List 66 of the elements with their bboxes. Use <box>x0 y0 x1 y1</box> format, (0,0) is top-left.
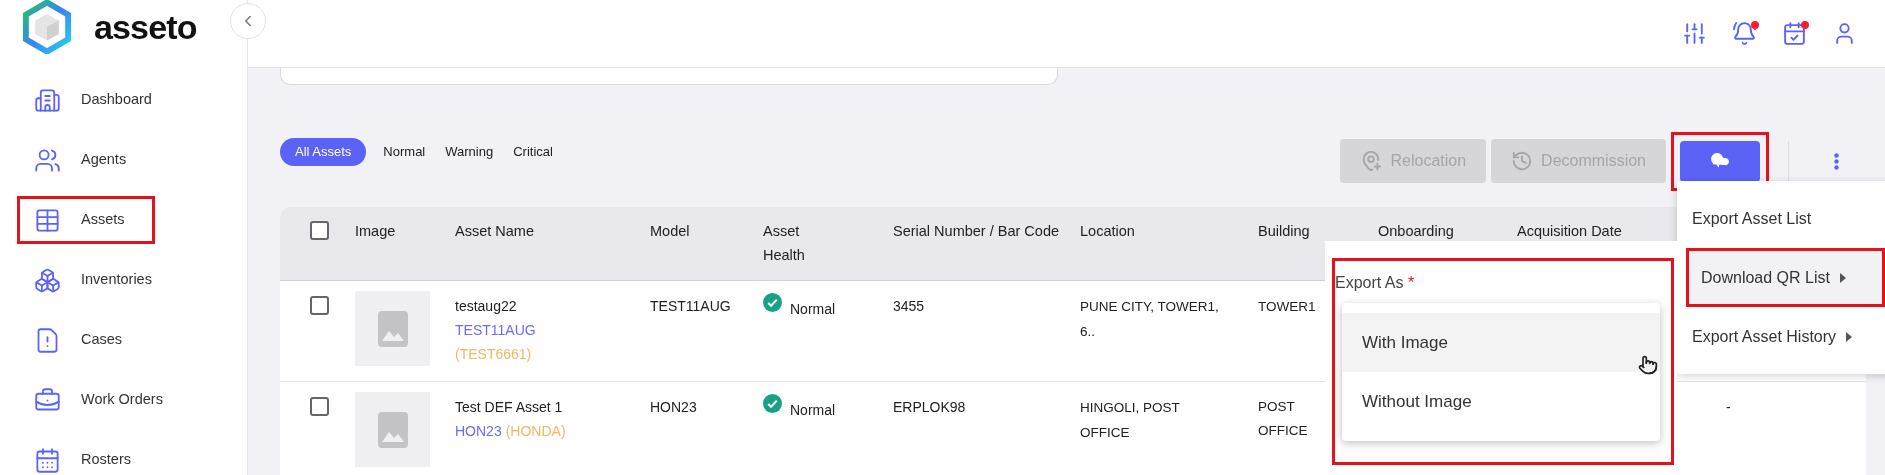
image-icon <box>377 310 408 347</box>
health-status: Normal <box>790 300 836 319</box>
table-icon <box>34 206 61 234</box>
boxes-icon <box>34 266 61 294</box>
bell-icon[interactable] <box>1731 20 1757 47</box>
caret-icon <box>1839 272 1846 283</box>
option[interactable]: With Image <box>1342 313 1660 372</box>
table-cell: TEST11AUG <box>650 298 731 314</box>
image-icon <box>377 411 408 448</box>
table-cell-text: TOWER1 <box>1258 298 1317 316</box>
sidebar-item[interactable]: Dashboard <box>17 76 172 124</box>
column-header: Serial Number / Bar Code <box>893 223 1059 239</box>
field-label: Export As <box>1335 274 1404 291</box>
column-header: Onboarding <box>1378 223 1454 239</box>
model-tag: HON23 <box>455 419 502 443</box>
menu-item[interactable]: Export Asset History <box>1677 307 1885 366</box>
table-cell: ERPLOK98 <box>893 399 966 415</box>
asset-name: Test DEF Asset 1 <box>455 398 564 417</box>
filter-tab[interactable]: Normal <box>380 138 429 166</box>
brand-tag: (TEST6661) <box>455 342 650 366</box>
table-cell: PUNE CITY, TOWER1, 6.. <box>1080 299 1219 339</box>
table-cell: - <box>1726 399 1731 415</box>
calendar-check-icon[interactable] <box>1781 20 1807 47</box>
menu-item[interactable]: Download QR List <box>1686 248 1885 307</box>
brand-tag: (HONDA) <box>505 419 566 443</box>
column-header: Model <box>650 223 690 239</box>
table-cell: HINGOLI, POST OFFICE <box>1080 400 1180 440</box>
filter-tab[interactable]: Critical <box>510 138 556 166</box>
table-cell: 3455 <box>893 298 925 314</box>
caret-icon <box>1846 331 1853 342</box>
checkbox[interactable] <box>310 221 329 240</box>
map-pin-icon <box>1360 150 1383 172</box>
sidebar-item[interactable]: Rosters <box>17 436 151 475</box>
column-header: Asset Name <box>455 223 534 239</box>
hand-cursor-icon <box>1638 355 1658 375</box>
health-status: Normal <box>790 401 836 420</box>
more-icon <box>1833 152 1839 170</box>
checkbox[interactable] <box>310 397 329 416</box>
download-button[interactable] <box>1680 140 1760 182</box>
asset-name: testaug22 <box>455 297 518 316</box>
column-header: Asset Health <box>763 223 805 263</box>
table-cell-text: POST OFFICE <box>1258 398 1309 440</box>
filter-tab[interactable]: All Assets <box>280 138 367 166</box>
brand-name: asseto <box>94 6 197 48</box>
sidebar-item[interactable]: Assets <box>17 196 155 244</box>
sidebar-item[interactable]: Cases <box>17 316 143 364</box>
sidebar-item[interactable]: Work Orders <box>17 376 183 424</box>
check-circle-icon <box>763 293 782 312</box>
option[interactable]: Without Image <box>1342 372 1660 431</box>
history-icon <box>1511 150 1534 172</box>
sliders-icon[interactable] <box>1681 20 1707 47</box>
calendar-icon <box>34 446 61 474</box>
sidebar-item[interactable]: Agents <box>17 136 147 184</box>
model-tag: TEST11AUG <box>455 318 650 342</box>
building-icon <box>34 86 61 114</box>
column-header: Location <box>1080 223 1135 239</box>
filter-tab[interactable]: Warning <box>442 138 497 166</box>
menu-item[interactable]: Export Asset List <box>1677 189 1885 248</box>
required-mark: * <box>1407 274 1415 291</box>
column-header: Acquisition Date <box>1517 223 1622 239</box>
column-header: Building <box>1258 223 1310 239</box>
check-circle-icon <box>763 394 782 413</box>
table-cell: HON23 <box>650 399 697 415</box>
column-header: Image <box>355 223 396 239</box>
checkbox[interactable] <box>310 296 329 315</box>
sidebar-item[interactable]: Inventories <box>17 256 172 304</box>
